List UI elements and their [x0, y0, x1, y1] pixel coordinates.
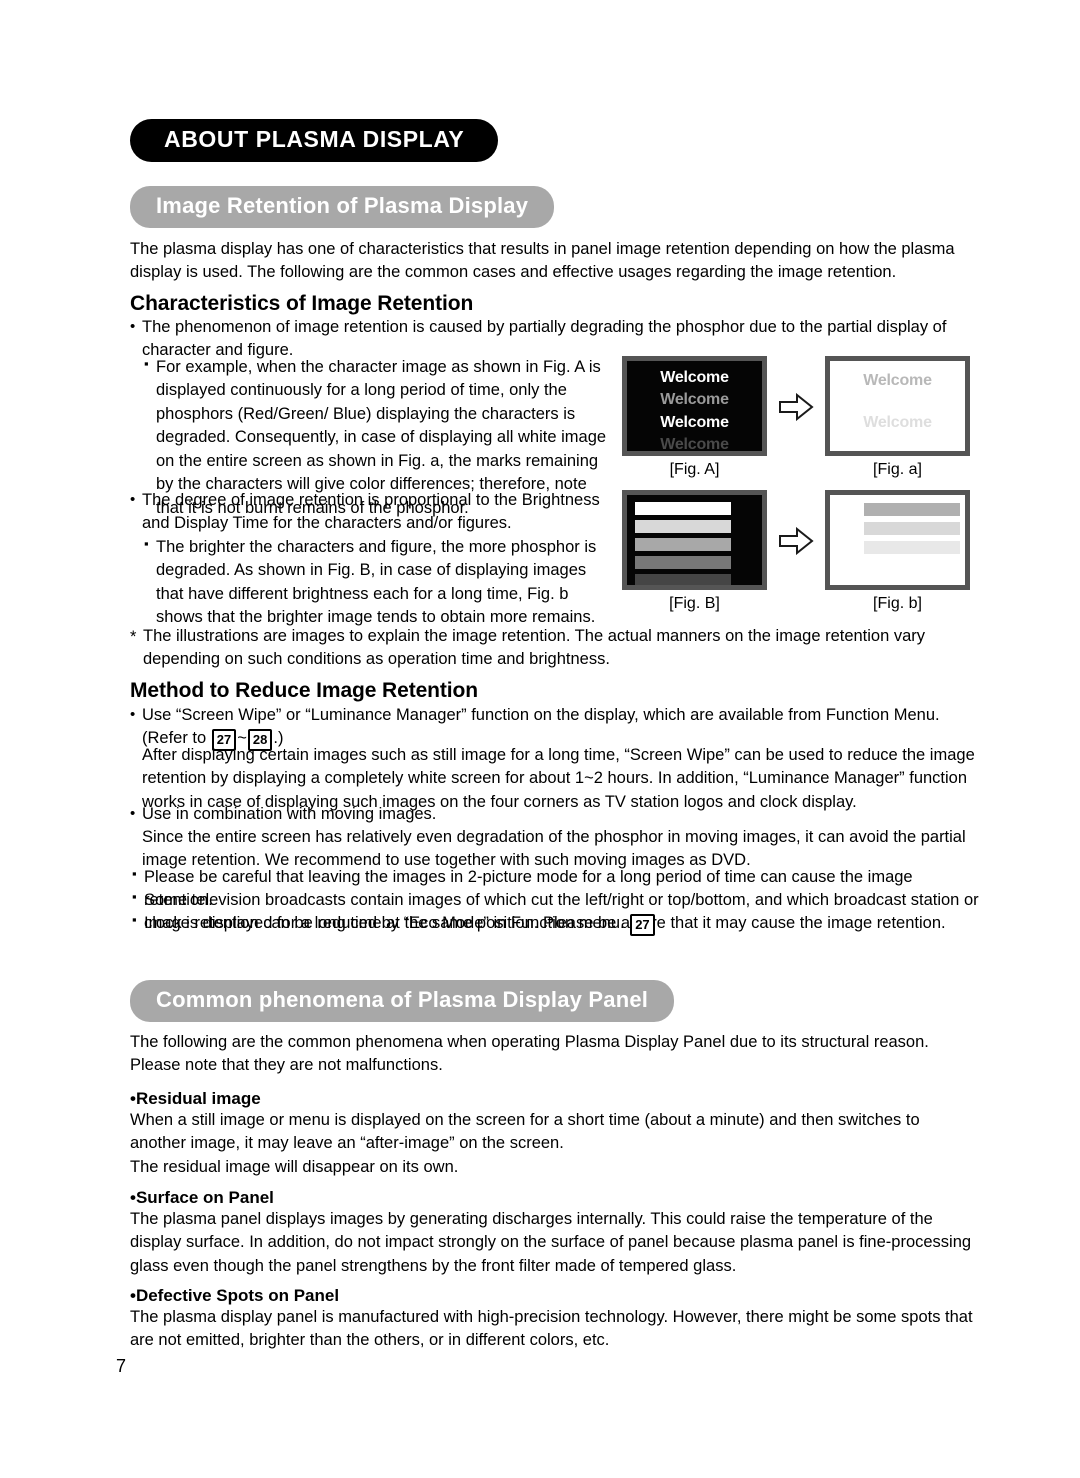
fig-b-bar [635, 520, 731, 533]
item-defective-spots-on-panel: Defective Spots on Panel [130, 1284, 975, 1308]
fig-b-bar [635, 538, 731, 551]
fig-a-welcome-line: Welcome [660, 391, 729, 409]
fig-b-result-bar [864, 503, 960, 516]
note-illustrations-disclaimer: The illustrations are images to explain … [130, 625, 975, 672]
figure-a-source: Welcome Welcome Welcome Welcome [Fig. A] [622, 356, 767, 479]
chapter-title-banner: ABOUT PLASMA DISPLAY [130, 119, 499, 162]
fig-a-screen: Welcome Welcome Welcome Welcome [622, 356, 767, 456]
fig-a-label: [Fig. A] [669, 461, 720, 478]
figure-b-result: [Fig. b] [825, 490, 970, 613]
figure-a-result: Welcome Welcome [Fig. a] [825, 356, 970, 479]
fig-a-welcome-line: Welcome [660, 369, 729, 386]
fig-b-screen [622, 490, 767, 590]
figure-group-character-retention: Welcome Welcome Welcome Welcome [Fig. A]… [622, 356, 970, 479]
section-banner-image-retention: Image Retention of Plasma Display [130, 186, 555, 228]
fig-b-result-label: [Fig. b] [873, 595, 922, 612]
fig-a-result-label: [Fig. a] [873, 461, 922, 478]
right-arrow-icon [767, 526, 825, 555]
subheading-surface-on-panel: Surface on Panel [130, 1186, 975, 1210]
eco-mode-text: Image retention can be reduced by “Eco M… [144, 914, 630, 932]
bullet-degree-of-image-retention: The degree of image retention is proport… [130, 489, 620, 536]
document-page: ABOUT PLASMA DISPLAY Image Retention of … [0, 0, 1080, 1478]
heading-characteristics-of-image-retention: Characteristics of Image Retention [130, 292, 474, 315]
page-number: 7 [116, 1356, 127, 1376]
item-residual-image: Residual image [130, 1087, 975, 1111]
fig-b-bar [635, 556, 731, 569]
fig-b-result-bar [864, 541, 960, 554]
page-reference-icon-27[interactable]: 27 [630, 914, 655, 936]
body-surface-on-panel: The plasma panel displays images by gene… [130, 1210, 972, 1275]
fig-b-bar [635, 574, 731, 585]
right-arrow-icon [767, 392, 825, 421]
subheading-defective-spots-on-panel: Defective Spots on Panel [130, 1284, 975, 1308]
intro-paragraph-image-retention: The plasma display has one of characteri… [130, 240, 955, 282]
sub-bullet-eco-mode: Image retention can be reduced by “Eco M… [132, 911, 980, 936]
fig-a-result-screen: Welcome Welcome [825, 356, 970, 456]
fig-a-welcome-line: Welcome [660, 413, 729, 431]
bullet-use-with-moving-images: Use in combination with moving images. [130, 803, 975, 826]
fig-b-result-screen [825, 490, 970, 590]
heading-method-to-reduce-image-retention: Method to Reduce Image Retention [130, 679, 478, 702]
figure-group-brightness-retention: [Fig. B] [Fig. b] [622, 490, 970, 613]
sub-bullet-fig-b-explanation: The brighter the characters and figure, … [144, 535, 614, 630]
fig-b-label: [Fig. B] [669, 595, 720, 612]
section-banner-common-phenomena: Common phenomena of Plasma Display Panel [130, 980, 675, 1022]
fig-a-welcome-line: Welcome [660, 435, 729, 453]
fig-b-result-bar [864, 522, 960, 535]
fig-a-result-welcome-line: Welcome [863, 372, 932, 389]
subheading-residual-image: Residual image [130, 1087, 975, 1111]
fig-b-bar [635, 502, 731, 515]
body-residual-image: When a still image or menu is displayed … [130, 1111, 920, 1176]
figure-b-source: [Fig. B] [622, 490, 767, 613]
fig-a-result-welcome-line: Welcome [863, 414, 932, 432]
body-defective-spots-on-panel: The plasma display panel is manufactured… [130, 1308, 973, 1350]
intro-paragraph-common-phenomena: The following are the common phenomena w… [130, 1033, 929, 1075]
item-surface-on-panel: Surface on Panel [130, 1186, 975, 1210]
